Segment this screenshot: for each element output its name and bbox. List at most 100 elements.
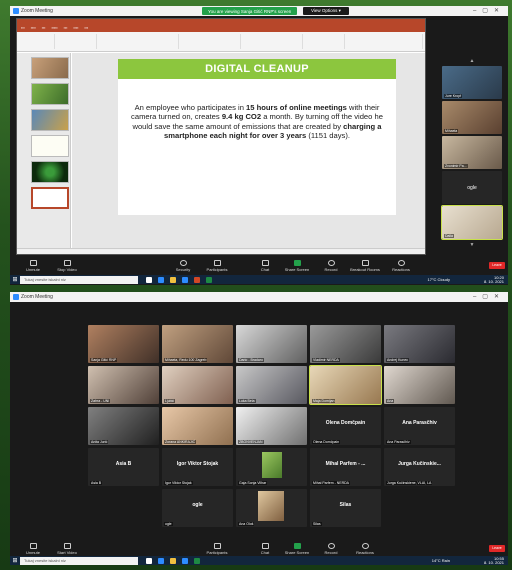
video-tile[interactable]: Dario - Bradaro [236,325,307,363]
participants-button[interactable]: Participants [202,260,232,272]
video-tile[interactable]: ogle [442,171,502,204]
chevron-up-icon[interactable]: ▲ [468,58,476,64]
share-screen-icon [293,260,301,266]
video-tile[interactable]: Luka Bela [236,366,307,404]
window-controls[interactable]: –▢✕ [473,7,505,14]
taskbar-clock[interactable]: 10:20 8. 10. 2021 [484,276,504,283]
camera-off-icon [63,543,71,549]
chrome-icon[interactable] [194,557,200,564]
ribbon-group[interactable] [181,34,241,49]
video-tile[interactable]: Jure Kropf [442,66,502,99]
video-tile[interactable]: Ana [384,366,455,404]
ribbon-group[interactable] [57,34,97,49]
task-view-icon[interactable] [146,557,152,564]
ribbon-group[interactable] [99,34,179,49]
breakout-rooms-button[interactable]: Breakout Rooms [350,260,380,272]
folder-icon[interactable] [170,557,176,564]
video-tile[interactable]: Sanja Gitić RNP [88,325,159,363]
ppt-statusbar [17,248,425,254]
window-controls[interactable]: –▢✕ [473,293,505,300]
windows-taskbar: ⊞ Tukaj vnesite iskalni niz 17°C Cloudy … [10,275,508,284]
video-tile[interactable]: Zorana ANKIRAJIĆ [162,407,233,445]
participants-icon [213,260,221,266]
reactions-button[interactable]: Reactions [350,543,380,555]
slide-thumbnail[interactable] [31,135,69,157]
taskbar-search[interactable]: Tukaj vnesite iskalni niz [20,556,138,565]
edge-icon[interactable] [158,557,164,564]
participants-button[interactable]: Participants [202,543,232,555]
record-button[interactable]: Record [316,260,346,272]
video-tile[interactable]: ZBONVENJAN [236,407,307,445]
slide-thumbnail[interactable] [31,57,69,79]
stop-video-button[interactable]: Stop Video [52,260,82,272]
start-video-button[interactable]: Start Video [52,543,82,555]
chrome-icon[interactable] [206,276,212,283]
video-tile-no-camera[interactable]: Olena Domčpain Olena Domčpain [310,407,381,445]
video-tile[interactable]: Ljubić [162,366,233,404]
video-tile[interactable]: Zahra - UNI [88,366,159,404]
video-tile-no-camera[interactable]: Silas Silas [310,489,381,527]
weather-widget[interactable]: 14°C Rain [432,558,450,563]
ribbon-group[interactable] [19,34,55,49]
security-button[interactable]: Security [168,260,198,272]
slide-thumbnail[interactable] [31,109,69,131]
leave-button[interactable]: Leave [489,262,505,269]
titlebar: Zoom Meeting –▢✕ You are viewing Sanja G… [10,6,508,16]
video-tile-picture[interactable]: Ana Ološ [236,489,307,527]
ribbon-group[interactable] [243,34,303,49]
windows-start-icon[interactable]: ⊞ [10,275,20,284]
participants-icon [213,543,221,549]
unmute-button[interactable]: Unmute [18,543,48,555]
unmute-button[interactable]: Unmute [18,260,48,272]
ppt-ribbon [17,32,425,52]
video-tile[interactable]: Mihaela [442,101,502,134]
ribbon-group[interactable] [305,34,345,49]
powerpoint-icon[interactable] [194,276,200,283]
slide-body: An employee who participates in 15 hours… [131,103,383,141]
video-tile-no-camera[interactable]: Igor Viktor Stojak Igor Viktor Stojak [162,448,233,486]
microphone-muted-icon [29,260,37,266]
video-tile-active-speaker[interactable]: Maja Domljan [309,365,382,405]
edge-icon[interactable] [158,276,164,283]
chat-button[interactable]: Chat [250,260,280,272]
video-tile[interactable]: Anita Jurić [88,407,159,445]
video-tile-active-speaker[interactable]: Dalia [441,205,503,240]
shared-powerpoint: ▪▪▪ ▪▪▪▪ ▪▪▪ ▪▪▪▪▪ ▪▪▪ ▪▪▪▪ ▪▪▪ DIGITAL … [16,18,426,255]
video-tile[interactable]: Andrej Kunec [384,325,455,363]
video-tile-no-camera[interactable]: Ana Parasčhiv Ana Parasčhiv [384,407,455,445]
view-options-button[interactable]: View Options ▾ [303,7,349,15]
profile-picture [262,452,282,478]
record-button[interactable]: Record [316,543,346,555]
chevron-down-icon[interactable]: ▼ [468,242,476,248]
taskbar-apps [146,557,200,564]
current-slide: DIGITAL CLEANUP An employee who particip… [118,59,396,215]
record-icon [327,260,335,266]
video-tile-no-camera[interactable]: Mihal Parfem - ... Mihal Parfem - NERDA [310,448,381,486]
video-tile-no-camera[interactable]: Asia B Asia B [88,448,159,486]
video-tile-no-camera[interactable]: ogle ogle [162,489,233,527]
slide-thumbnail[interactable] [31,161,69,183]
video-tile[interactable]: Vladimir NERDA [310,325,381,363]
video-tile-picture[interactable]: Gaja Sonja Vilhar [236,448,307,486]
windows-start-icon[interactable]: ⊞ [10,556,20,565]
video-tile[interactable]: Zvonimir Pa... [442,136,502,169]
share-screen-button[interactable]: Share Screen [282,543,312,555]
share-screen-button[interactable]: Share Screen [282,260,312,272]
zoom-icon[interactable] [182,276,188,283]
video-tile-no-camera[interactable]: Jurga Kučinskie... Jurga Kučinskiene, VLA… [384,448,455,486]
chat-button[interactable]: Chat [250,543,280,555]
ribbon-group[interactable] [347,34,423,49]
folder-icon[interactable] [170,276,176,283]
slide-thumbnail[interactable] [31,83,69,105]
video-tile[interactable]: Mihaela, Redu 100 Zagreb [162,325,233,363]
leave-button[interactable]: Leave [489,545,505,552]
zoom-icon[interactable] [182,557,188,564]
taskbar-apps [146,276,212,283]
taskbar-clock[interactable]: 10:55 8. 10. 2021 [484,557,504,564]
reactions-button[interactable]: Reactions [386,260,416,272]
task-view-icon[interactable] [146,276,152,283]
weather-widget[interactable]: 17°C Cloudy [428,277,451,282]
titlebar: Zoom Meeting –▢✕ [10,292,508,302]
taskbar-search[interactable]: Tukaj vnesite iskalni niz [20,275,138,284]
slide-thumbnail-active[interactable] [31,187,69,209]
